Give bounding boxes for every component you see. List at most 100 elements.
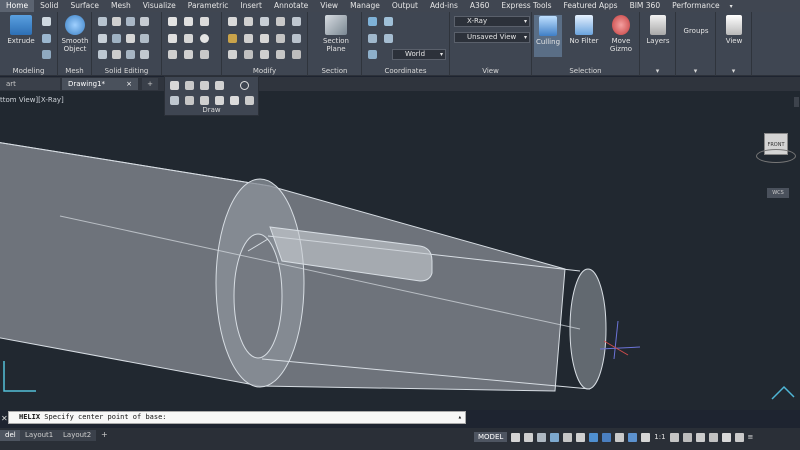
slice-icon[interactable]: [126, 17, 135, 26]
polyline-icon[interactable]: [184, 17, 193, 26]
no-filter-button[interactable]: No Filter: [566, 15, 602, 45]
tab-model[interactable]: del: [0, 430, 21, 441]
align-icon[interactable]: [292, 50, 301, 59]
3d-osnap-icon[interactable]: [589, 432, 599, 442]
ortho-icon[interactable]: [550, 432, 560, 442]
layers-button[interactable]: Layers: [642, 15, 674, 45]
tab-parametric[interactable]: Parametric: [182, 0, 235, 12]
3d-move-icon[interactable]: [228, 34, 237, 43]
compass-ring[interactable]: [756, 149, 796, 163]
object-snap-icon[interactable]: [576, 432, 586, 442]
ucs-y-icon[interactable]: [384, 34, 393, 43]
close-icon[interactable]: ×: [126, 78, 132, 90]
wipeout-icon[interactable]: [200, 96, 209, 105]
ucs-x-icon[interactable]: [368, 34, 377, 43]
polysolid-icon[interactable]: [42, 17, 51, 26]
groups-expand-icon[interactable]: ▾: [676, 67, 715, 75]
rectangle-icon[interactable]: [184, 34, 193, 43]
tab-annotate[interactable]: Annotate: [268, 0, 314, 12]
viewport-controls-label[interactable]: ttom View][X-Ray]: [0, 96, 64, 104]
named-view-combo[interactable]: Unsaved View ▾: [454, 32, 530, 43]
visual-style-combo[interactable]: X-Ray ▾: [454, 16, 530, 27]
panel-modify-label[interactable]: Modify: [222, 67, 307, 75]
command-history-icon[interactable]: ▴: [458, 412, 462, 423]
xline-icon[interactable]: [200, 81, 209, 90]
erase-icon[interactable]: [276, 34, 285, 43]
fillet-edges-icon[interactable]: [140, 50, 149, 59]
view-button[interactable]: View: [718, 15, 750, 45]
shell-icon[interactable]: [126, 50, 135, 59]
table-icon[interactable]: [170, 81, 179, 90]
mirror-icon[interactable]: [292, 17, 301, 26]
new-tab-button[interactable]: +: [142, 78, 158, 90]
scale-icon[interactable]: [244, 34, 253, 43]
annotation-visibility-icon[interactable]: [641, 432, 651, 442]
drawing-viewport[interactable]: FRONT WCS: [0, 91, 800, 410]
move-icon[interactable]: [228, 17, 237, 26]
thicken-icon[interactable]: [112, 34, 121, 43]
ucs-combo[interactable]: World ▾: [392, 49, 446, 60]
smooth-object-button[interactable]: Smooth Object: [59, 15, 91, 53]
tab-home[interactable]: Home: [0, 0, 35, 12]
point-icon[interactable]: [245, 96, 254, 105]
ellipse-icon[interactable]: [200, 50, 209, 59]
lineweight-icon[interactable]: [615, 432, 625, 442]
layers-expand-icon[interactable]: ▾: [640, 67, 675, 75]
view-expand-icon[interactable]: ▾: [716, 67, 751, 75]
tab-solid[interactable]: Solid: [34, 0, 64, 12]
annotation-monitor-icon[interactable]: [682, 432, 692, 442]
ucs-z-icon[interactable]: [368, 50, 377, 59]
extrude-button[interactable]: Extrude: [4, 15, 38, 45]
tab-add-ins[interactable]: Add-ins: [424, 0, 464, 12]
file-tab-drawing1[interactable]: Drawing1* ×: [62, 78, 138, 90]
panel-section-label[interactable]: Section: [308, 67, 361, 75]
ucs-icon[interactable]: [368, 17, 377, 26]
presspull-icon[interactable]: [42, 34, 51, 43]
boundary-icon[interactable]: [185, 96, 194, 105]
region-icon[interactable]: [170, 96, 179, 105]
tab-mesh[interactable]: Mesh: [105, 0, 137, 12]
offset-icon[interactable]: [276, 50, 285, 59]
tab-bim-360[interactable]: BIM 360: [624, 0, 667, 12]
rotate-icon[interactable]: [276, 17, 285, 26]
donut-icon[interactable]: [240, 81, 249, 90]
revision-cloud-icon[interactable]: [215, 96, 224, 105]
annotation-scale[interactable]: 1:1: [654, 433, 665, 441]
grid-icon[interactable]: [511, 432, 521, 442]
clean-screen-icon[interactable]: [734, 432, 744, 442]
spline-icon[interactable]: [168, 34, 177, 43]
close-icon[interactable]: ✕: [1, 414, 8, 423]
polygon-icon[interactable]: [168, 50, 177, 59]
tab-performance[interactable]: Performance: [666, 0, 726, 12]
isolate-objects-icon[interactable]: [708, 432, 718, 442]
tab-layout1[interactable]: Layout1: [20, 430, 59, 441]
snap-icon[interactable]: [524, 432, 534, 442]
circle-icon[interactable]: [200, 34, 209, 43]
customization-menu-icon[interactable]: ≡: [748, 433, 754, 441]
otrack-icon[interactable]: [602, 432, 612, 442]
fillet-icon[interactable]: [228, 50, 237, 59]
transparency-icon[interactable]: [628, 432, 638, 442]
imprint-icon[interactable]: [126, 34, 135, 43]
stretch-icon[interactable]: [260, 17, 269, 26]
revolve-icon[interactable]: [42, 50, 51, 59]
multiline-icon[interactable]: [215, 81, 224, 90]
move-gizmo-button[interactable]: Move Gizmo: [604, 15, 638, 53]
tab-featured-apps[interactable]: Featured Apps: [558, 0, 624, 12]
tab-express-tools[interactable]: Express Tools: [495, 0, 557, 12]
chamfer-icon[interactable]: [244, 50, 253, 59]
culling-button[interactable]: Culling: [534, 15, 562, 57]
extract-edges-icon[interactable]: [140, 17, 149, 26]
tab-layout2[interactable]: Layout2: [58, 430, 97, 441]
subtract-icon[interactable]: [98, 34, 107, 43]
tab-insert[interactable]: Insert: [234, 0, 268, 12]
add-layout-icon[interactable]: +: [101, 430, 108, 439]
panel-solid-editing-label[interactable]: Solid Editing: [92, 67, 161, 75]
array-icon[interactable]: [260, 34, 269, 43]
trim-icon[interactable]: [292, 34, 301, 43]
ucs-world-icon[interactable]: [384, 17, 393, 26]
viewcube[interactable]: FRONT: [754, 127, 798, 177]
viewport-maximize-icon[interactable]: [794, 97, 799, 107]
offset-edges-icon[interactable]: [140, 34, 149, 43]
helix-icon[interactable]: [230, 96, 239, 105]
